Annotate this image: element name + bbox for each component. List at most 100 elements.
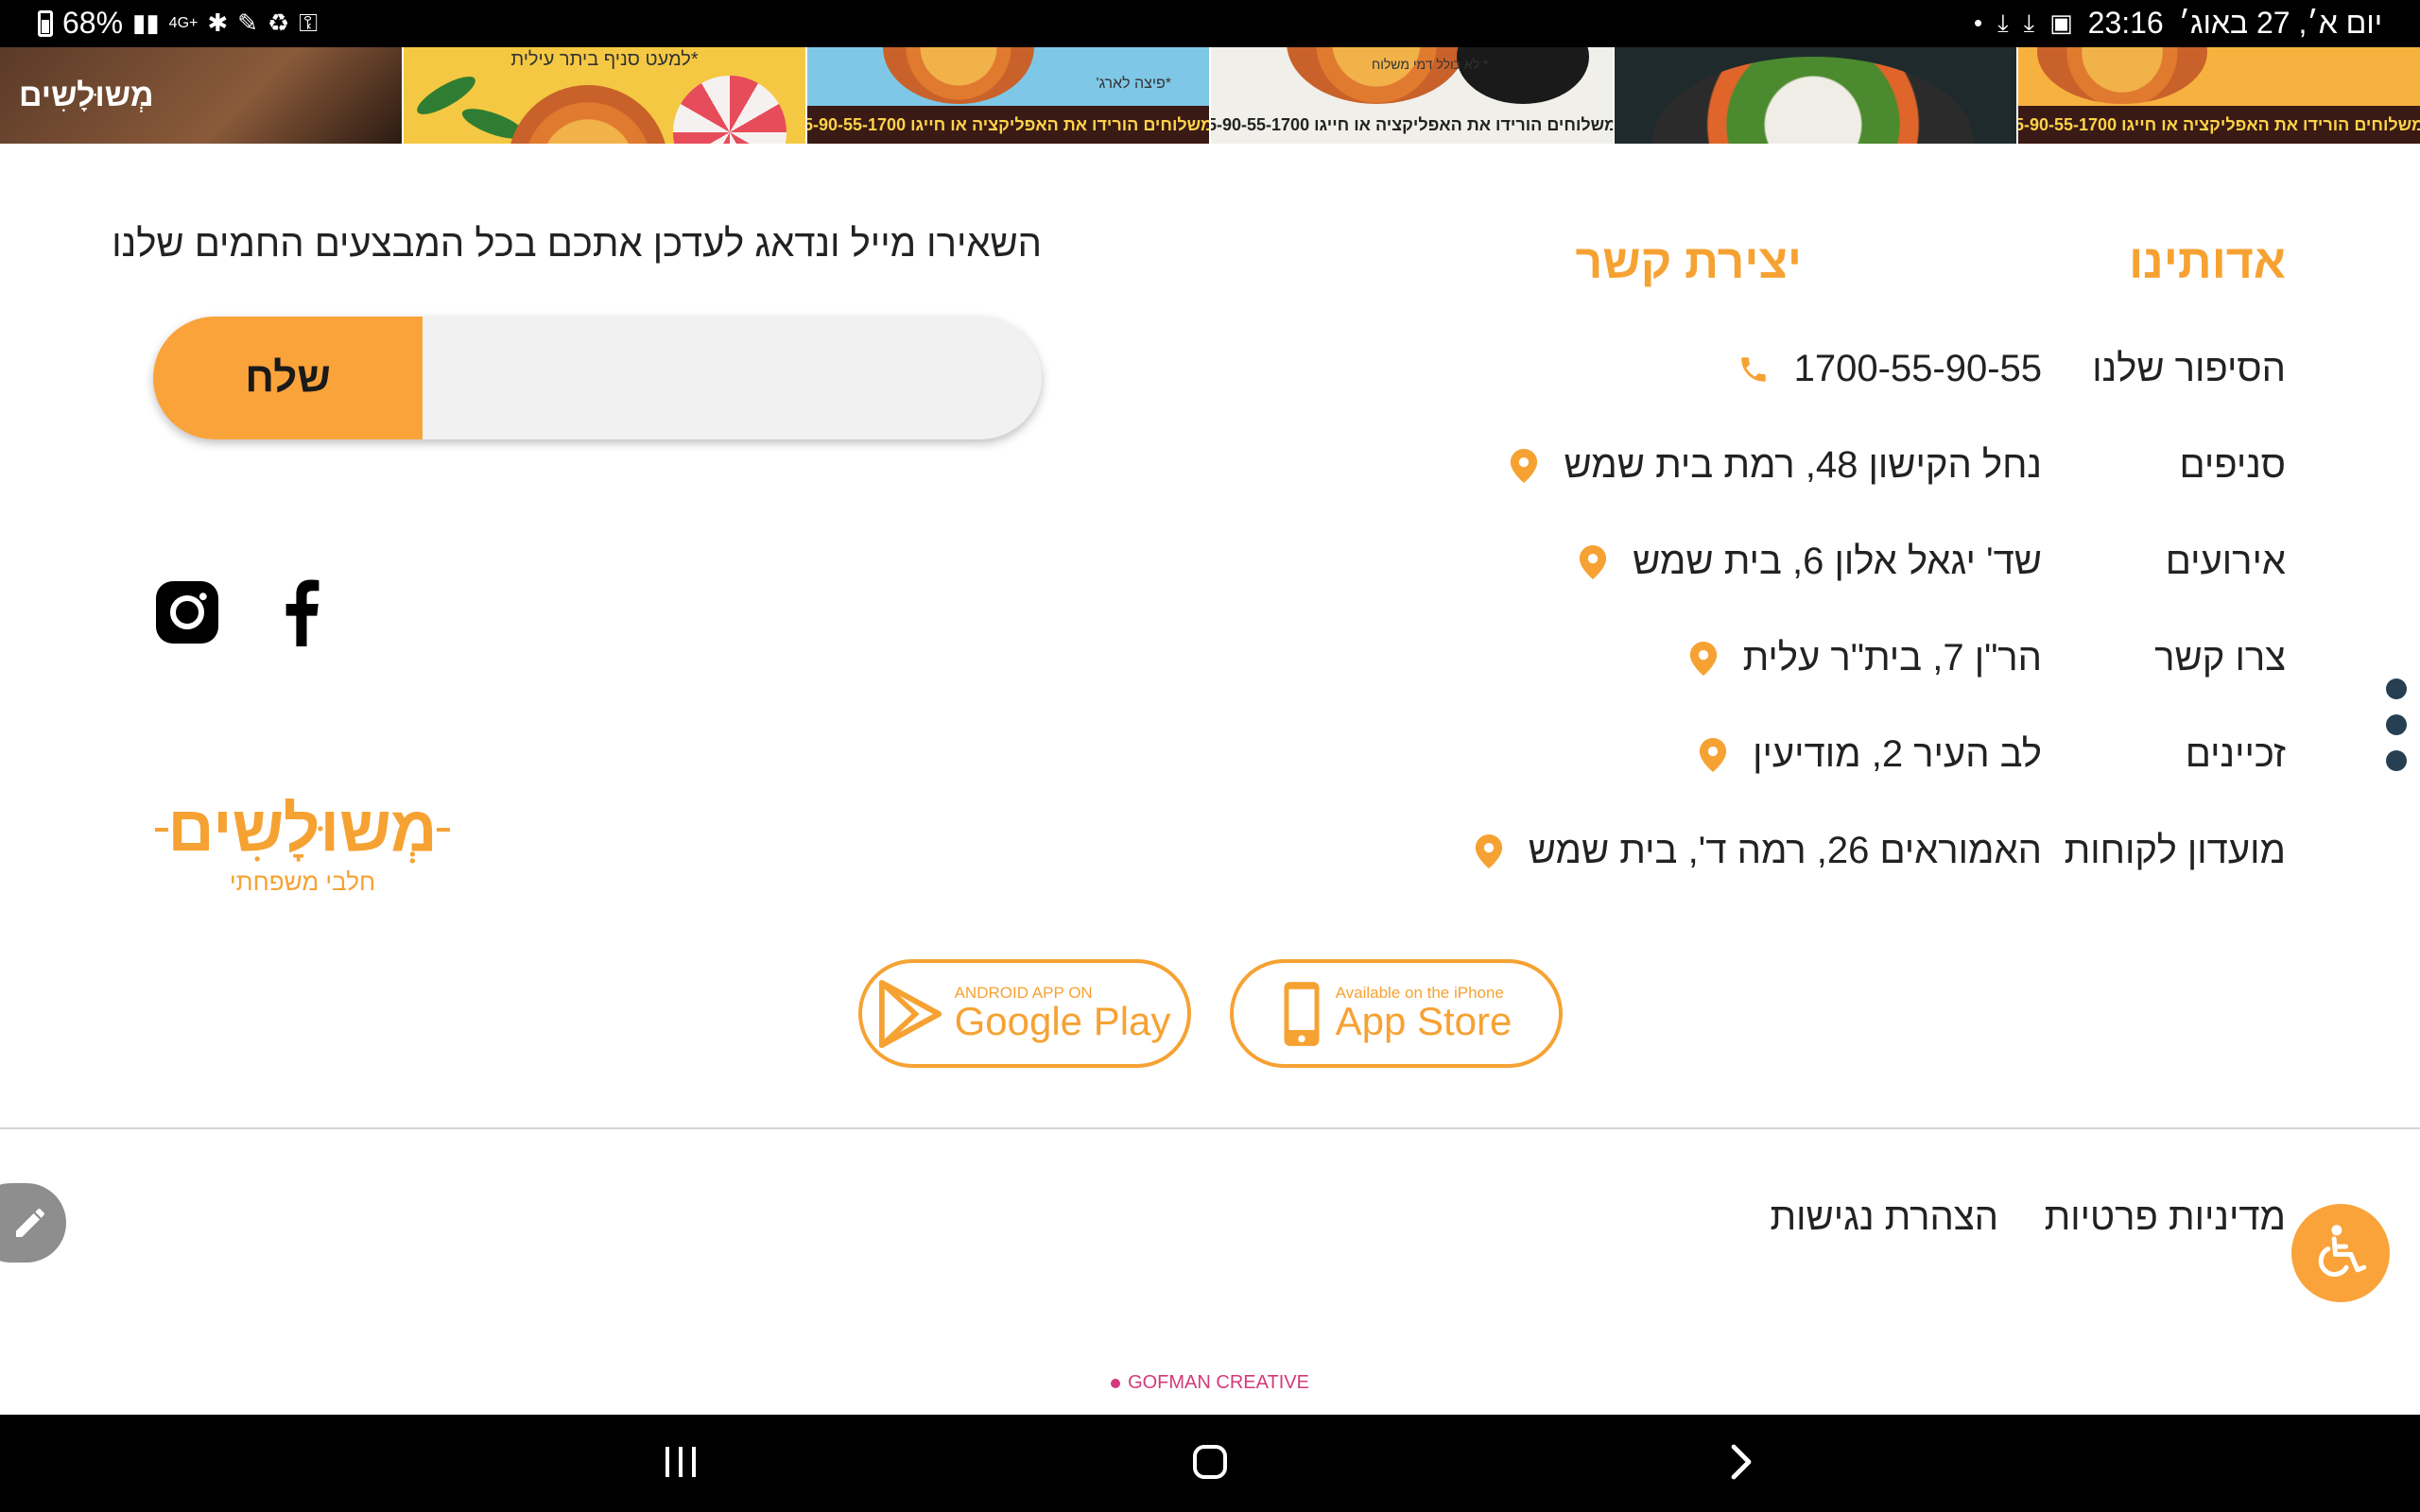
edit-button[interactable] — [0, 1183, 66, 1263]
dot-icon — [2386, 679, 2407, 699]
bluetooth-icon: ✱ — [207, 9, 229, 37]
iphone-icon — [1284, 981, 1320, 1046]
contact-address-row[interactable]: נחל הקישון 48, רמת בית שמש — [1509, 444, 2042, 487]
contact-address: האמוראים 26, רמה ד', בית שמש — [1528, 830, 2042, 871]
google-play-icon — [878, 979, 942, 1048]
location-pin-icon — [1579, 544, 1607, 579]
wheelchair-icon — [2318, 1225, 2367, 1277]
contact-address-row[interactable]: לב העיר 2, מודיעין — [1698, 733, 2042, 776]
banner-pizza-note: *פיצה לארג' — [1096, 76, 1171, 92]
google-play-big-text: Google Play — [954, 998, 1171, 1043]
contact-phone: 1700-55-90-55 — [1793, 348, 2042, 389]
image-icon: ▣ — [2049, 9, 2073, 37]
pizza-image — [2037, 47, 2207, 104]
status-bar: 68% ▮▮ 4G+ ✱ ✎ ♻ ⚿ • ⤓ ⤓ ▣ 23:16 יום א׳,… — [0, 0, 2420, 47]
contact-address-row[interactable]: האמוראים 26, רמה ד', בית שמש — [1474, 830, 2042, 872]
newsletter-email-input[interactable] — [423, 317, 1042, 439]
accessibility-statement-link[interactable]: הצהרת נגישות — [1770, 1196, 1998, 1239]
about-link-club[interactable]: מועדון לקוחות — [2065, 830, 2286, 872]
pizza-image — [508, 85, 668, 144]
pen-icon: ✎ — [237, 9, 258, 37]
date: יום א׳, 27 באוג׳ — [2178, 6, 2382, 40]
instagram-icon[interactable] — [153, 578, 221, 646]
promo-banner-5[interactable] — [1615, 47, 2016, 144]
banner-brand-logo: מְשוּלָשִים — [19, 77, 154, 113]
about-link-events[interactable]: אירועים — [2166, 541, 2286, 583]
promo-banner-4[interactable]: * לא כולל דמי משלוח למשלוחים הורידו את ה… — [1211, 47, 1613, 144]
facebook-icon[interactable] — [268, 578, 337, 646]
privacy-policy-link[interactable]: מדיניות פרטיות — [2045, 1196, 2286, 1239]
banner-delivery-stripe: למשלוחים הורידו את האפליקציה או חייגו 55… — [2018, 106, 2420, 144]
contact-heading: יצירת קשר — [1575, 235, 1802, 288]
location-pin-icon — [1699, 737, 1727, 772]
chevron-right-icon — [1731, 1444, 1752, 1480]
side-menu-dots[interactable] — [2386, 679, 2414, 786]
network-type: 4G+ — [168, 14, 199, 31]
umbrella-image — [673, 76, 786, 144]
dot-icon — [2386, 714, 2407, 735]
clock: 23:16 — [2087, 6, 2164, 40]
promo-banner-strip: מְשוּלָשִים *למעט סניף ביתר עילית *פיצה … — [0, 47, 2420, 144]
accessibility-button[interactable] — [2291, 1204, 2390, 1302]
brand-logo: מְשוּלָשִים חלבי משפחתי — [155, 793, 450, 896]
pencil-icon — [16, 1209, 44, 1237]
footer-divider — [0, 1127, 2420, 1129]
about-heading: אדותינו — [2129, 235, 2286, 288]
about-link-story[interactable]: הסיפור שלנו — [2092, 348, 2286, 390]
back-button[interactable] — [1703, 1434, 1779, 1490]
newsletter-title: השאירו מייל ונדאג לעדכן אתכם בכל המבצעים… — [112, 223, 1042, 265]
download-icon: ⤓ — [1997, 8, 2009, 37]
banner-delivery-stripe: למשלוחים הורידו את האפליקציה או חייגו 55… — [807, 106, 1209, 144]
contact-address: לב העיר 2, מודיעין — [1753, 733, 2042, 775]
contact-address: נחל הקישון 48, רמת בית שמש — [1564, 444, 2042, 486]
dot-indicator-icon: • — [1973, 9, 1983, 37]
location-pin-icon — [1475, 833, 1502, 868]
home-icon — [1193, 1445, 1227, 1479]
status-left: 68% ▮▮ 4G+ ✱ ✎ ♻ ⚿ — [38, 6, 318, 41]
brand-logo-tagline: חלבי משפחתי — [230, 868, 375, 896]
contact-phone-row[interactable]: 1700-55-90-55 — [1737, 348, 2042, 390]
newsletter-send-button[interactable]: שלח — [153, 317, 423, 439]
recent-apps-icon — [666, 1447, 696, 1477]
about-link-branches[interactable]: סניפים — [2180, 444, 2287, 487]
app-store-button[interactable]: Available on the iPhone App Store — [1230, 959, 1563, 1068]
salad-image — [1652, 57, 1974, 144]
system-nav-bar — [0, 1415, 2420, 1512]
key-icon: ⚿ — [299, 8, 319, 37]
pan-image — [1457, 47, 1589, 104]
dot-icon — [2386, 750, 2407, 771]
location-pin-icon — [1689, 641, 1717, 676]
status-right: • ⤓ ⤓ ▣ 23:16 יום א׳, 27 באוג׳ — [1974, 6, 2382, 41]
recycle-icon: ♻ — [267, 9, 290, 37]
site-credit[interactable]: GOFMAN CREATIVE — [0, 1372, 2420, 1394]
promo-banner-2[interactable]: *למעט סניף ביתר עילית — [404, 47, 805, 144]
pizza-image — [883, 47, 1034, 104]
battery-level: 68% — [62, 6, 124, 40]
banner-delivery-stripe: למשלוחים הורידו את האפליקציה או חייגו 55… — [1211, 106, 1613, 144]
banner-kosher-note: * לא כולל דמי משלוח — [1372, 57, 1489, 72]
credit-text: GOFMAN CREATIVE — [1128, 1372, 1309, 1393]
contact-address: שד' יגאל אלון 6, בית שמש — [1633, 541, 2042, 582]
about-link-franchise[interactable]: זכיינים — [2186, 733, 2286, 776]
phone-icon — [1740, 356, 1766, 382]
download-icon-2: ⤓ — [2023, 8, 2035, 37]
promo-banner-1[interactable]: מְשוּלָשִים — [0, 47, 402, 144]
battery-icon — [38, 9, 53, 37]
promo-banner-6[interactable]: למשלוחים הורידו את האפליקציה או חייגו 55… — [2018, 47, 2420, 144]
google-play-button[interactable]: ANDROID APP ON Google Play — [858, 959, 1191, 1068]
home-button[interactable] — [1172, 1434, 1248, 1490]
contact-address: הר"ן 7, בית"ר עלית — [1742, 637, 2042, 679]
pizza-image — [1287, 47, 1466, 104]
app-store-big-text: App Store — [1335, 998, 1512, 1043]
credit-dot-icon — [1111, 1378, 1121, 1388]
promo-banner-3[interactable]: *פיצה לארג' למשלוחים הורידו את האפליקציה… — [807, 47, 1209, 144]
location-pin-icon — [1511, 448, 1538, 483]
banner-branch-note: *למעט סניף ביתר עילית — [510, 49, 699, 70]
contact-address-row[interactable]: הר"ן 7, בית"ר עלית — [1688, 637, 2042, 679]
signal-icon: ▮▮ — [132, 9, 160, 37]
recent-apps-button[interactable] — [643, 1434, 718, 1490]
newsletter-form: שלח — [153, 317, 1042, 439]
contact-address-row[interactable]: שד' יגאל אלון 6, בית שמש — [1578, 541, 2042, 583]
brand-logo-name: מְשוּלָשִים — [167, 793, 437, 865]
about-link-contact[interactable]: צרו קשר — [2154, 637, 2286, 679]
